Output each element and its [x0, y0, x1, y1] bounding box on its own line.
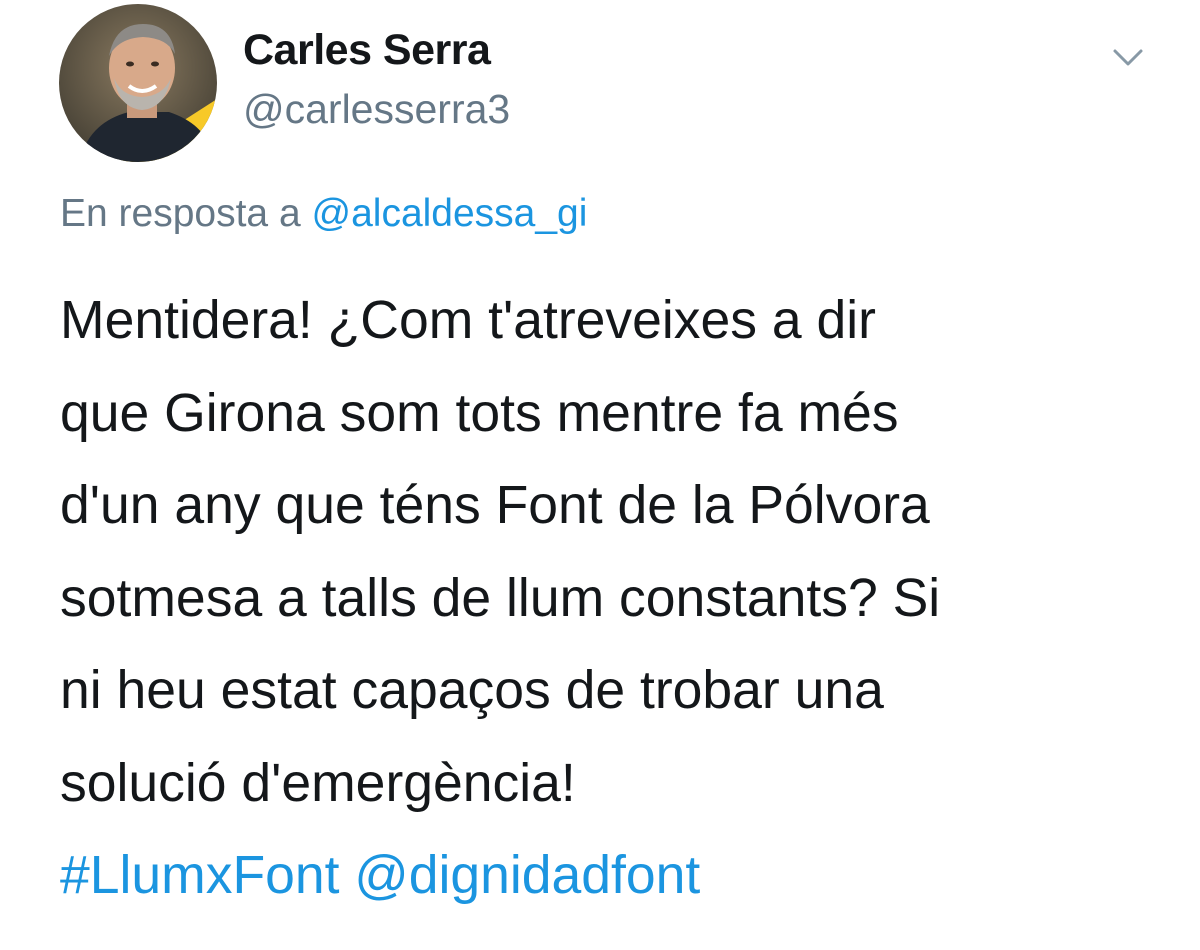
author-display-name[interactable]: Carles Serra [243, 24, 510, 76]
reply-context: En resposta a @alcaldessa_gi [60, 190, 587, 238]
mention-link[interactable]: @dignidadfont [354, 846, 700, 905]
author-info[interactable]: Carles Serra @carlesserra3 [243, 24, 510, 136]
reply-mention-link[interactable]: @alcaldessa_gi [312, 192, 588, 235]
tweet-text-line: Mentidera! ¿Com t'atreveixes a dir [60, 291, 876, 350]
hashtag-link[interactable]: #LlumxFont [60, 846, 340, 905]
tweet-text-line: sotmesa a talls de llum constants? Si [60, 568, 941, 628]
tweet-text-line: que Girona som tots mentre fa més [60, 383, 899, 443]
tweet-links-line: #LlumxFont @dignidadfont [60, 830, 1170, 923]
reply-prefix: En resposta a [60, 192, 301, 235]
author-avatar[interactable] [59, 4, 217, 162]
tweet-text-line: solució d'emergència! [60, 753, 576, 813]
tweet-text-line: ni heu estat capaços de trobar una [60, 661, 884, 720]
avatar-image [59, 4, 217, 162]
tweet-text-line: d'un any que téns Font de la Pólvora [60, 476, 930, 535]
tweet-text: Mentidera! ¿Com t'atreveixes a dir que G… [60, 275, 1170, 923]
chevron-down-icon[interactable] [1110, 40, 1146, 76]
author-handle[interactable]: @carlesserra3 [243, 82, 510, 136]
tweet-card: Carles Serra @carlesserra3 En resposta a… [0, 0, 1200, 950]
